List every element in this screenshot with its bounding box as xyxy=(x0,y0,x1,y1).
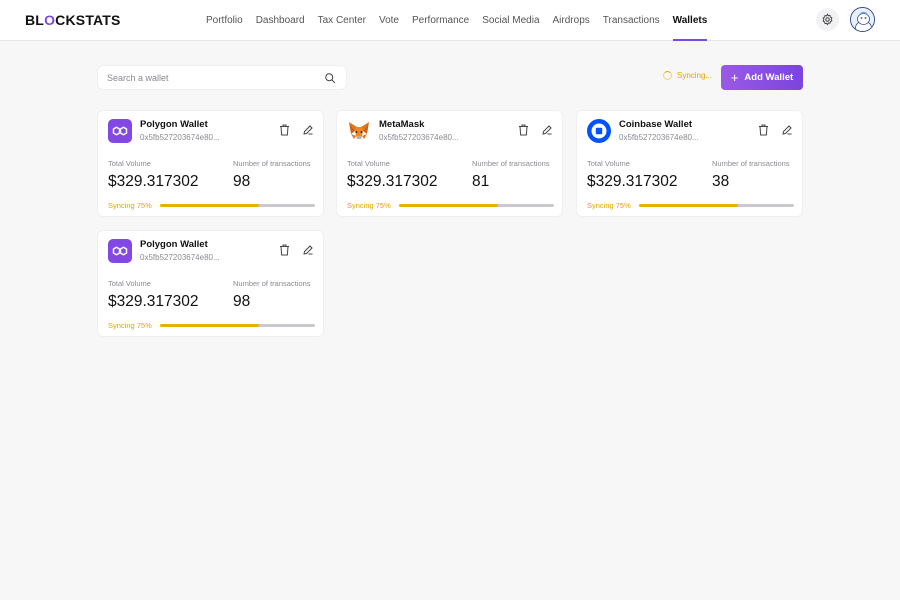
transactions-value: 98 xyxy=(233,173,251,190)
wallet-name: Polygon Wallet xyxy=(140,239,208,250)
gear-icon xyxy=(822,13,833,26)
transactions-value: 38 xyxy=(712,173,730,190)
add-wallet-label: Add Wallet xyxy=(744,72,794,83)
wallet-address: 0x5fb527203674e80... xyxy=(140,133,220,142)
wallet-address: 0x5fb527203674e80... xyxy=(140,253,220,262)
sync-status-text: Syncing... xyxy=(677,71,713,80)
transactions-value: 98 xyxy=(233,293,251,310)
edit-icon[interactable] xyxy=(302,124,314,136)
nav-item-portfolio[interactable]: Portfolio xyxy=(206,0,243,41)
plus-icon: + xyxy=(730,70,739,85)
nav-item-performance[interactable]: Performance xyxy=(412,0,469,41)
polygon-icon xyxy=(108,239,132,263)
wallet-card[interactable]: Polygon Wallet 0x5fb527203674e80... Tota… xyxy=(97,110,324,217)
add-wallet-button[interactable]: + Add Wallet xyxy=(721,65,803,90)
nav-item-social-media[interactable]: Social Media xyxy=(482,0,539,41)
sync-progress-fill xyxy=(399,204,499,207)
edit-icon[interactable] xyxy=(781,124,793,136)
user-avatar-image xyxy=(851,8,874,31)
transactions-label: Number of transactions xyxy=(472,159,550,168)
user-avatar[interactable] xyxy=(850,7,875,32)
total-volume-label: Total Volume xyxy=(347,159,390,168)
sync-progress-fill xyxy=(160,324,260,327)
wallet-card[interactable]: Coinbase Wallet 0x5fb527203674e80... Tot… xyxy=(576,110,803,217)
metamask-icon xyxy=(347,119,371,143)
trash-icon[interactable] xyxy=(518,124,529,136)
main-nav: Portfolio Dashboard Tax Center Vote Perf… xyxy=(206,0,720,41)
brand-logo[interactable]: BLOCKSTATS xyxy=(25,12,121,28)
wallet-name: Coinbase Wallet xyxy=(619,119,693,130)
sync-progress-label: Syncing 75% xyxy=(108,201,152,210)
total-volume-value: $329.317302 xyxy=(108,293,199,310)
trash-icon[interactable] xyxy=(279,124,290,136)
trash-icon[interactable] xyxy=(758,124,769,136)
total-volume-value: $329.317302 xyxy=(587,173,678,190)
top-navigation-bar: BLOCKSTATS Portfolio Dashboard Tax Cente… xyxy=(0,0,900,41)
total-volume-value: $329.317302 xyxy=(108,173,199,190)
nav-item-wallets[interactable]: Wallets xyxy=(672,0,707,41)
sync-progress-label: Syncing 75% xyxy=(347,201,391,210)
transactions-label: Number of transactions xyxy=(233,159,311,168)
polygon-icon xyxy=(108,119,132,143)
edit-icon[interactable] xyxy=(302,244,314,256)
total-volume-label: Total Volume xyxy=(108,159,151,168)
brand-logo-text-start: BL xyxy=(25,12,45,28)
sync-progress-bar xyxy=(399,204,554,207)
wallet-card[interactable]: Polygon Wallet 0x5fb527203674e80... Tota… xyxy=(97,230,324,337)
spinner-icon xyxy=(663,71,672,80)
sync-progress-fill xyxy=(160,204,260,207)
sync-progress-bar xyxy=(160,324,315,327)
nav-item-transactions[interactable]: Transactions xyxy=(603,0,660,41)
sync-progress-bar xyxy=(160,204,315,207)
total-volume-label: Total Volume xyxy=(108,279,151,288)
wallet-name: Polygon Wallet xyxy=(140,119,208,130)
wallet-name: MetaMask xyxy=(379,119,425,130)
sync-progress-label: Syncing 75% xyxy=(108,321,152,330)
sync-progress-fill xyxy=(639,204,739,207)
wallet-address: 0x5fb527203674e80... xyxy=(619,133,699,142)
total-volume-label: Total Volume xyxy=(587,159,630,168)
transactions-label: Number of transactions xyxy=(233,279,311,288)
sync-status: Syncing... xyxy=(663,71,712,80)
coinbase-icon xyxy=(587,119,611,143)
brand-logo-o: O xyxy=(44,12,56,28)
trash-icon[interactable] xyxy=(279,244,290,256)
nav-item-airdrops[interactable]: Airdrops xyxy=(553,0,590,41)
edit-icon[interactable] xyxy=(541,124,553,136)
sync-progress-label: Syncing 75% xyxy=(587,201,631,210)
total-volume-value: $329.317302 xyxy=(347,173,438,190)
nav-item-vote[interactable]: Vote xyxy=(379,0,399,41)
wallet-address: 0x5fb527203674e80... xyxy=(379,133,459,142)
sync-progress-bar xyxy=(639,204,794,207)
nav-item-tax-center[interactable]: Tax Center xyxy=(318,0,366,41)
wallet-search-input[interactable] xyxy=(107,70,317,86)
transactions-label: Number of transactions xyxy=(712,159,790,168)
nav-item-dashboard[interactable]: Dashboard xyxy=(256,0,305,41)
wallet-card[interactable]: MetaMask 0x5fb527203674e80... Total Volu… xyxy=(336,110,563,217)
brand-logo-text-end: CKSTATS xyxy=(55,12,121,28)
settings-button[interactable] xyxy=(816,8,839,31)
wallet-search-box xyxy=(97,65,347,90)
search-icon[interactable] xyxy=(324,72,336,84)
transactions-value: 81 xyxy=(472,173,490,190)
